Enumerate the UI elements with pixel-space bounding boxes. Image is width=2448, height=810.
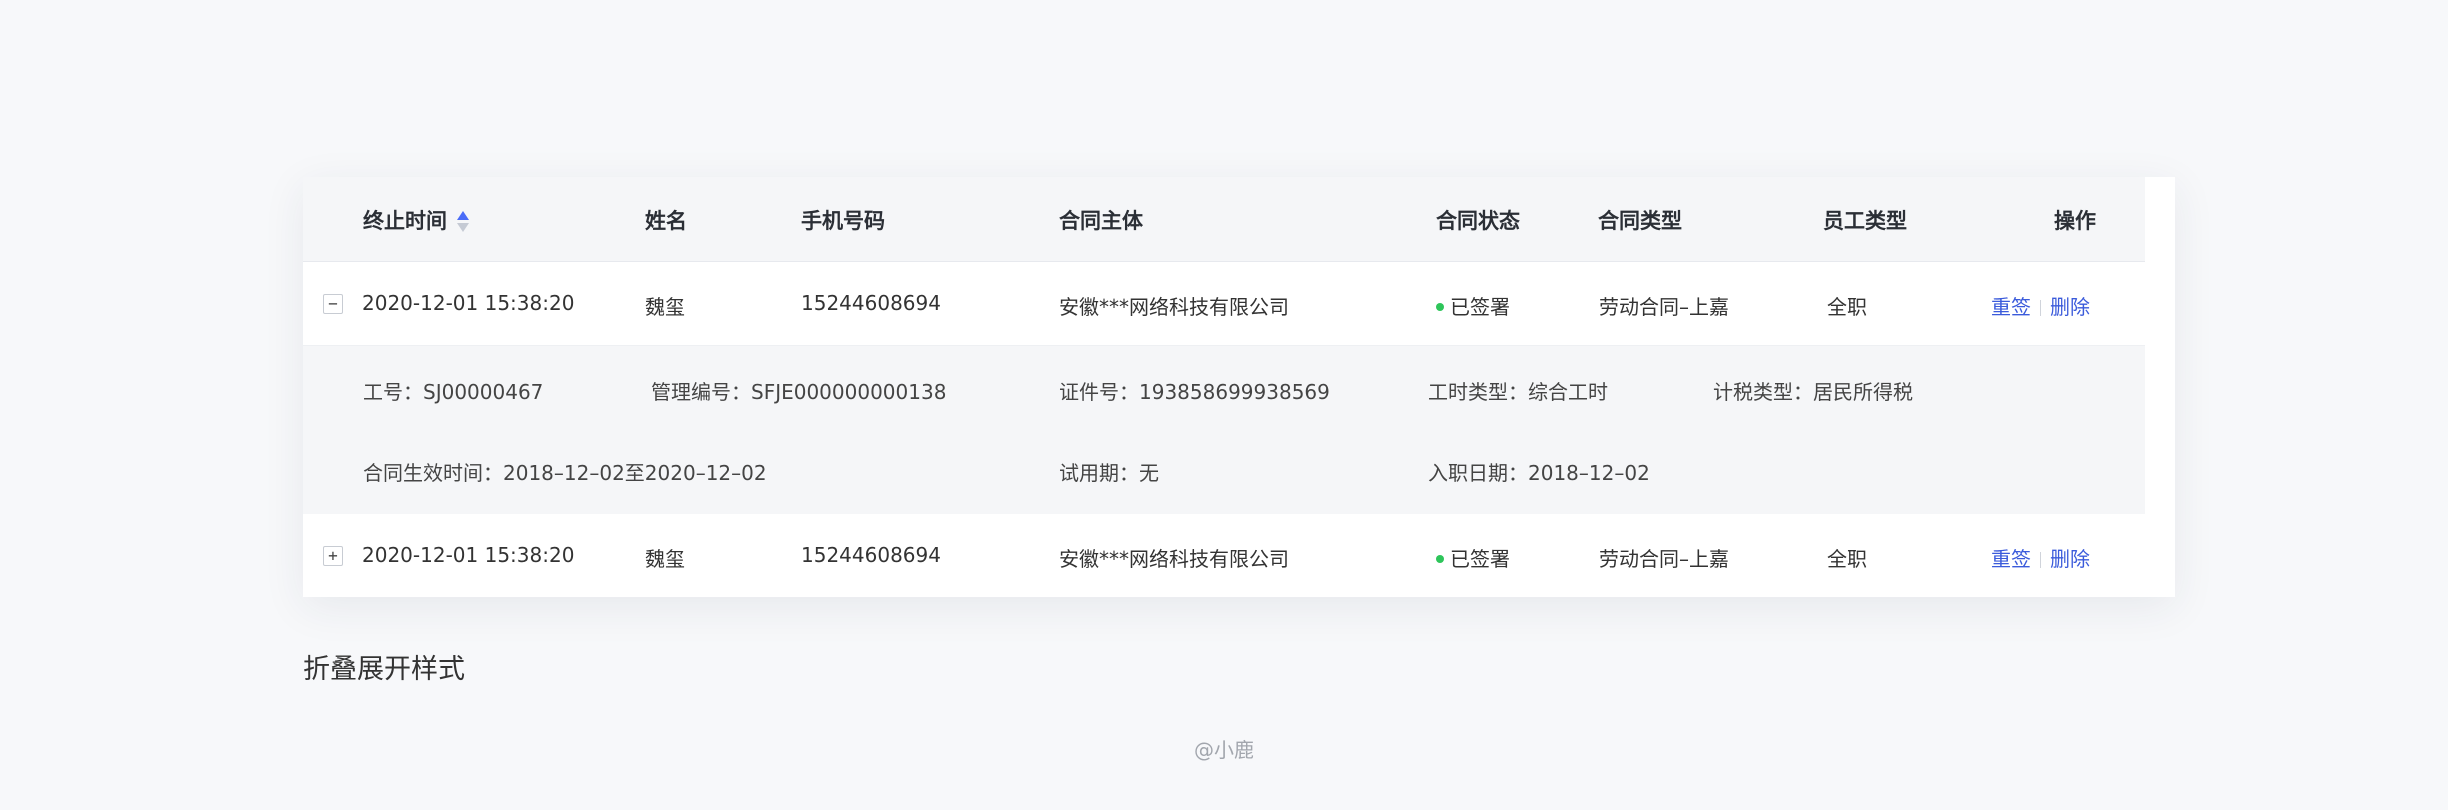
cell-contract-type: 劳动合同–上嘉: [1599, 295, 1729, 319]
cell-contract-entity: 安徽***网络科技有限公司: [1059, 295, 1289, 319]
sort-icon[interactable]: [457, 211, 469, 233]
status-dot-icon: [1436, 302, 1444, 311]
column-header-phone: 手机号码: [801, 209, 885, 233]
row-detail-panel: 工号：SJ00000467 管理编号：SFJE000000000138 证件号：…: [303, 346, 2145, 514]
table-row: − 2020-12-01 15:38:20 魏玺 15244608694 安徽*…: [303, 262, 2145, 346]
detail-work-hours-type: 工时类型：综合工时: [1428, 380, 1608, 404]
action-divider: [2040, 551, 2041, 568]
cell-employee-type: 全职: [1827, 547, 1867, 571]
cell-name: 魏玺: [645, 295, 685, 319]
detail-entry-date: 入职日期：2018–12–02: [1428, 461, 1650, 485]
table-header: 终止时间 姓名 手机号码 合同主体 合同状态 合同类型 员工类型 操作: [303, 177, 2145, 262]
column-header-employee-type: 员工类型: [1823, 209, 1907, 233]
cell-name: 魏玺: [645, 547, 685, 571]
column-header-contract-status: 合同状态: [1436, 209, 1520, 233]
resign-link[interactable]: 重签: [1991, 295, 2031, 319]
watermark: @小鹿: [1194, 738, 1254, 762]
table-row: + 2020-12-01 15:38:20 魏玺 15244608694 安徽*…: [303, 514, 2145, 597]
cell-contract-status: 已签署: [1436, 291, 1510, 320]
contract-table: 终止时间 姓名 手机号码 合同主体 合同状态 合同类型 员工类型 操作 − 20…: [303, 177, 2145, 597]
column-header-contract-type: 合同类型: [1598, 209, 1682, 233]
action-divider: [2040, 299, 2041, 316]
cell-end-time: 2020-12-01 15:38:20: [362, 291, 575, 315]
cell-phone: 15244608694: [801, 543, 941, 567]
detail-probation: 试用期：无: [1059, 461, 1159, 485]
cell-actions: 重签 删除: [1991, 543, 2090, 572]
cell-contract-status: 已签署: [1436, 543, 1510, 572]
cell-employee-type: 全职: [1827, 295, 1867, 319]
column-header-name: 姓名: [645, 209, 687, 233]
column-header-contract-entity: 合同主体: [1059, 209, 1143, 233]
column-header-end-time[interactable]: 终止时间: [363, 205, 469, 235]
status-dot-icon: [1436, 554, 1444, 563]
detail-certificate-no: 证件号：193858699938569: [1059, 380, 1330, 404]
detail-employee-no: 工号：SJ00000467: [363, 380, 544, 404]
status-label: 已签署: [1450, 547, 1510, 571]
detail-tax-type: 计税类型：居民所得税: [1713, 380, 1913, 404]
section-caption: 折叠展开样式: [303, 654, 465, 685]
detail-management-no: 管理编号：SFJE000000000138: [651, 380, 947, 404]
column-header-actions: 操作: [2054, 209, 2096, 233]
expand-toggle-icon[interactable]: +: [323, 546, 343, 566]
cell-end-time: 2020-12-01 15:38:20: [362, 543, 575, 567]
detail-contract-effective: 合同生效时间：2018–12–02至2020–12–02: [363, 461, 767, 485]
cell-phone: 15244608694: [801, 291, 941, 315]
delete-link[interactable]: 删除: [2050, 547, 2090, 571]
collapse-toggle-icon[interactable]: −: [323, 294, 343, 314]
resign-link[interactable]: 重签: [1991, 547, 2031, 571]
delete-link[interactable]: 删除: [2050, 295, 2090, 319]
column-header-label: 终止时间: [363, 209, 447, 233]
cell-contract-type: 劳动合同–上嘉: [1599, 547, 1729, 571]
status-label: 已签署: [1450, 295, 1510, 319]
cell-contract-entity: 安徽***网络科技有限公司: [1059, 547, 1289, 571]
contract-table-card: 终止时间 姓名 手机号码 合同主体 合同状态 合同类型 员工类型 操作 − 20…: [303, 177, 2175, 597]
cell-actions: 重签 删除: [1991, 291, 2090, 320]
